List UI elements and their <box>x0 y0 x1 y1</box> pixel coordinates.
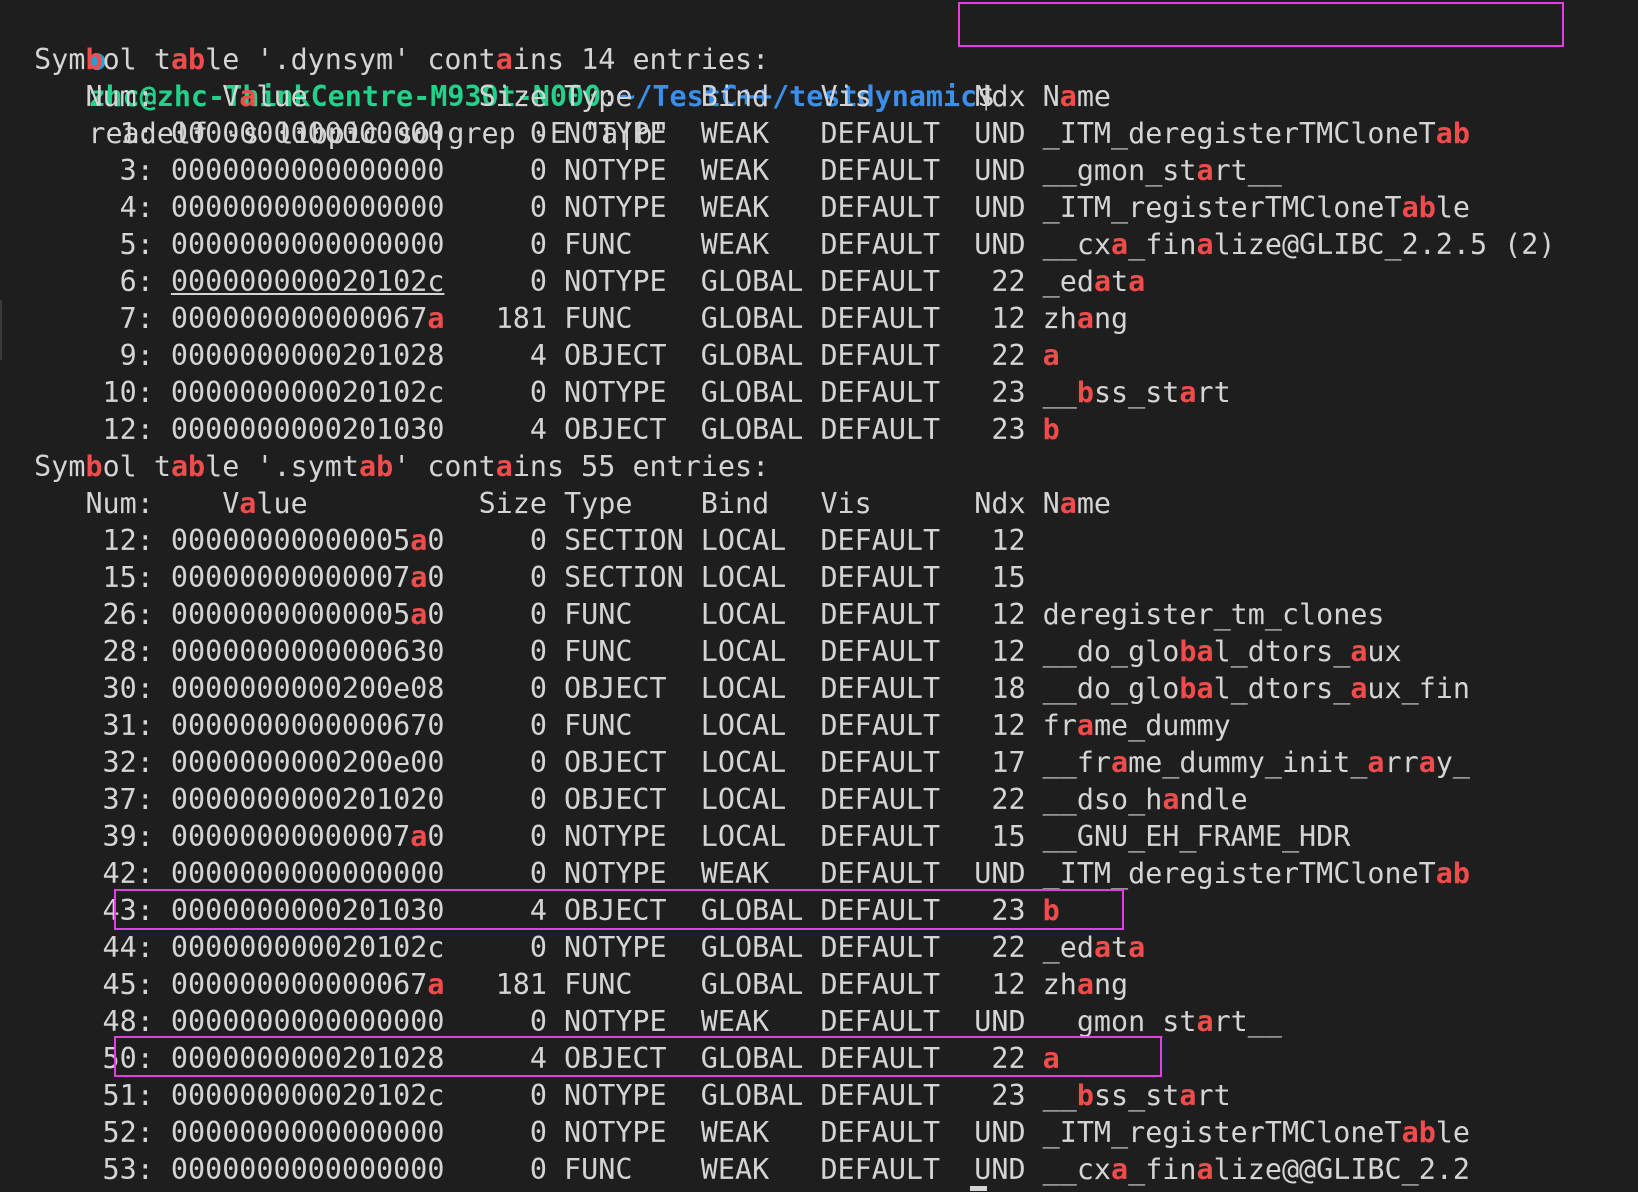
dynsym-table-row: 7: 000000000000067a 181 FUNC GLOBAL DEFA… <box>0 302 1129 335</box>
symtab-table-row: 31: 0000000000000670 0 FUNC LOCAL DEFAUL… <box>0 709 1231 742</box>
symtab-table-row: 48: 0000000000000000 0 NOTYPE WEAK DEFAU… <box>0 1005 1282 1038</box>
symtab-table-row: 51: 000000000020102c 0 NOTYPE GLOBAL DEF… <box>0 1079 1231 1112</box>
dynsym-table-row: 6: 000000000020102c 0 NOTYPE GLOBAL DEFA… <box>0 265 1146 298</box>
symtab-table-row: 45: 000000000000067a 181 FUNC GLOBAL DEF… <box>0 968 1129 1001</box>
symtab-table-row: 32: 0000000000200e00 0 OBJECT LOCAL DEFA… <box>0 746 1470 779</box>
symtab-table-row: 39: 00000000000007a0 0 NOTYPE LOCAL DEFA… <box>0 820 1351 853</box>
dynsym-table-row: 4: 0000000000000000 0 NOTYPE WEAK DEFAUL… <box>0 191 1470 224</box>
symtab-table-row: 15: 00000000000007a0 0 SECTION LOCAL DEF… <box>0 561 1043 594</box>
dynsym-header: Symbol table '.dynsym' contains 14 entri… <box>0 43 770 76</box>
terminal-cursor <box>970 1186 987 1191</box>
symtab-table-row: 26: 00000000000005a0 0 FUNC LOCAL DEFAUL… <box>0 598 1385 631</box>
dynsym-table-row: 1: 0000000000000000 0 NOTYPE WEAK DEFAUL… <box>0 117 1470 150</box>
dynsym-table-row: 10: 000000000020102c 0 NOTYPE GLOBAL DEF… <box>0 376 1231 409</box>
dynsym-table-row: 12: 0000000000201030 4 OBJECT GLOBAL DEF… <box>0 413 1060 446</box>
dynsym-table-row: 9: 0000000000201028 4 OBJECT GLOBAL DEFA… <box>0 339 1060 372</box>
dynsym-column-headers: Num: Value Size Type Bind Vis Ndx Name <box>0 80 1112 113</box>
symtab-table-row: 52: 0000000000000000 0 NOTYPE WEAK DEFAU… <box>0 1116 1470 1149</box>
symtab-table-row: 12: 00000000000005a0 0 SECTION LOCAL DEF… <box>0 524 1043 557</box>
symtab-table-row: 43: 0000000000201030 4 OBJECT GLOBAL DEF… <box>0 894 1060 927</box>
dynsym-table-row: 5: 0000000000000000 0 FUNC WEAK DEFAULT … <box>0 228 1556 261</box>
symtab-table-row: 53: 0000000000000000 0 FUNC WEAK DEFAULT… <box>0 1153 1470 1186</box>
symtab-column-headers: Num: Value Size Type Bind Vis Ndx Name <box>0 487 1112 520</box>
symtab-table-row: 37: 0000000000201020 0 OBJECT LOCAL DEFA… <box>0 783 1248 816</box>
dynsym-table-row: 3: 0000000000000000 0 NOTYPE WEAK DEFAUL… <box>0 154 1282 187</box>
scrollbar-edge <box>0 300 2 360</box>
symtab-table-row: 42: 0000000000000000 0 NOTYPE WEAK DEFAU… <box>0 857 1470 890</box>
symtab-table-row: 50: 0000000000201028 4 OBJECT GLOBAL DEF… <box>0 1042 1060 1075</box>
symtab-table-row: 30: 0000000000200e08 0 OBJECT LOCAL DEFA… <box>0 672 1470 705</box>
terminal-output: ● zhc@zhc-ThinkCentre-M930t-N000:~/TestC… <box>0 0 1638 1192</box>
symtab-table-row: 28: 0000000000000630 0 FUNC LOCAL DEFAUL… <box>0 635 1402 668</box>
symtab-header: Symbol table '.symtab' contains 55 entri… <box>0 450 770 483</box>
prompt-line: ● zhc@zhc-ThinkCentre-M930t-N000:~/TestC… <box>88 43 995 150</box>
symtab-table-row: 44: 000000000020102c 0 NOTYPE GLOBAL DEF… <box>0 931 1146 964</box>
